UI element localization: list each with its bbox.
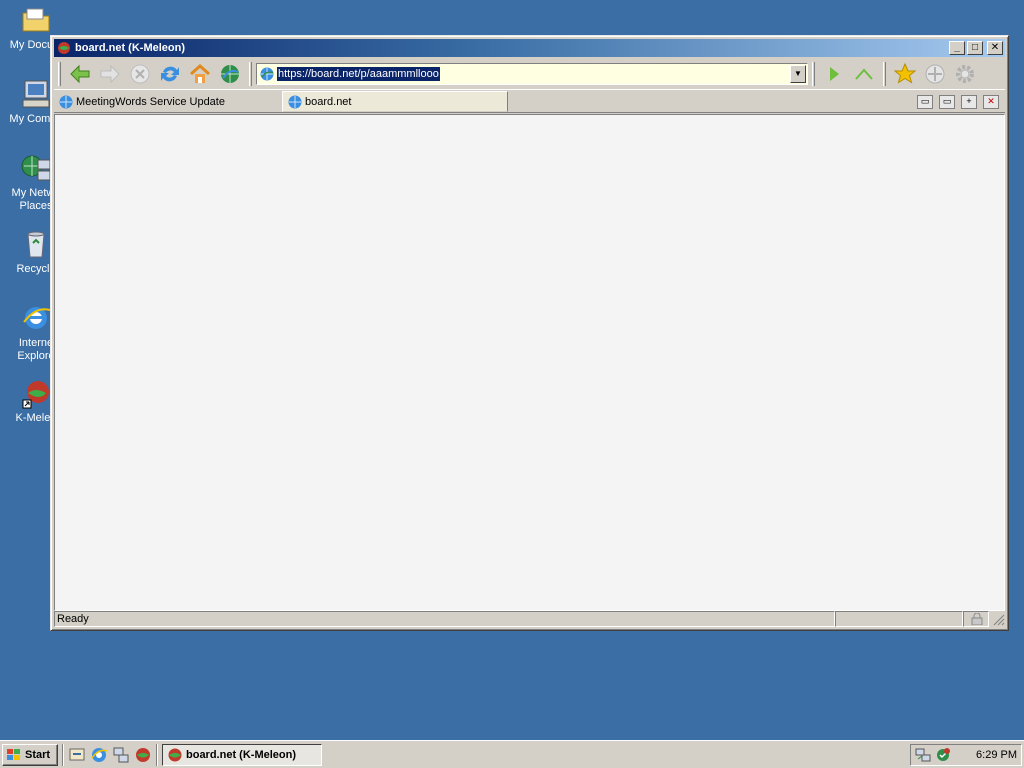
navigate-button[interactable] xyxy=(921,60,949,88)
tab-label: board.net xyxy=(305,95,352,108)
tab-meetingwords-service-update[interactable]: MeetingWords Service Update xyxy=(54,91,282,112)
recycle-bin-icon xyxy=(27,231,45,258)
computer-icon xyxy=(22,80,50,108)
page-globe-icon xyxy=(288,95,302,108)
status-progress-cell xyxy=(835,610,964,627)
window-layout-icon: ▭ xyxy=(920,96,930,106)
network-globe-icon xyxy=(21,155,51,181)
back-icon xyxy=(70,64,90,83)
system-tray: 6:29 PM xyxy=(910,743,1022,766)
taskbar: Start board.net (K-Meleon) 6:29 PM xyxy=(0,740,1024,768)
chevron-down-icon: ▼ xyxy=(794,69,802,78)
status-text: Ready xyxy=(57,612,89,625)
internet-explorer-icon[interactable] xyxy=(90,746,108,764)
forward-button[interactable] xyxy=(96,60,124,88)
settings-button[interactable] xyxy=(951,60,979,88)
internet-explorer-icon xyxy=(23,307,51,329)
page-content-area[interactable] xyxy=(54,114,1005,611)
tab-tool-button[interactable]: ▭ xyxy=(939,94,955,109)
browser-globe-button[interactable] xyxy=(216,60,244,88)
security-lock-cell[interactable] xyxy=(963,610,990,627)
window-title: board.net (K-Meleon) xyxy=(75,42,185,54)
url-input[interactable]: https://board.net/p/aaammmllooo xyxy=(277,66,440,81)
settings-gear-icon xyxy=(956,64,974,83)
k-meleon-icon xyxy=(168,748,182,761)
lock-icon xyxy=(971,612,983,625)
taskbar-button-k-meleon[interactable]: board.net (K-Meleon) xyxy=(162,743,322,766)
forward-icon xyxy=(100,64,120,83)
back-button[interactable] xyxy=(66,60,94,88)
toolbar-grip[interactable] xyxy=(812,61,815,86)
bookmarks-star-icon xyxy=(893,62,917,84)
folder-icon xyxy=(22,8,50,32)
toolbar-grip[interactable] xyxy=(249,61,252,86)
url-bar[interactable]: https://board.net/p/aaammmllooo ▼ xyxy=(256,62,808,85)
close-tab-button[interactable]: ✕ xyxy=(983,94,999,109)
maximize-button[interactable]: □ xyxy=(967,41,983,55)
home-button[interactable] xyxy=(186,60,214,88)
k-meleon-icon xyxy=(22,381,49,409)
tab-tool-button[interactable]: ▭ xyxy=(917,94,933,109)
start-label: Start xyxy=(25,748,51,761)
navigation-toolbar: https://board.net/p/aaammmllooo ▼ xyxy=(54,58,1005,90)
navigate-icon xyxy=(925,64,945,83)
title-bar[interactable]: board.net (K-Meleon) _ □ ✕ xyxy=(54,39,1005,57)
tab-bar: MeetingWords Service Update board.net ▭ … xyxy=(54,91,1005,113)
taskbar-separator xyxy=(156,743,158,766)
windows-logo-icon xyxy=(7,748,20,760)
k-meleon-icon xyxy=(58,42,70,54)
go-button[interactable] xyxy=(820,60,848,88)
show-desktop-icon[interactable] xyxy=(68,746,86,764)
toolbar-grip[interactable] xyxy=(58,61,61,86)
go-icon xyxy=(830,66,839,81)
minimize-button[interactable]: _ xyxy=(949,41,965,55)
reload-icon xyxy=(161,66,179,81)
up-icon xyxy=(855,67,873,80)
browser-window: board.net (K-Meleon) _ □ ✕ https://board… xyxy=(50,35,1009,631)
k-meleon-icon[interactable] xyxy=(134,746,152,764)
start-button[interactable]: Start xyxy=(2,743,58,766)
browser-globe-icon xyxy=(221,64,239,83)
resize-grip-icon[interactable] xyxy=(991,612,1005,626)
status-bar: Ready xyxy=(54,610,1005,627)
security-shield-icon[interactable] xyxy=(935,747,951,763)
network-icon[interactable] xyxy=(112,746,130,764)
reload-button[interactable] xyxy=(156,60,184,88)
tab-board-net[interactable]: board.net xyxy=(282,91,508,112)
taskbar-separator xyxy=(62,743,64,766)
close-button[interactable]: ✕ xyxy=(987,41,1003,55)
status-text-cell: Ready xyxy=(54,610,836,627)
stop-button[interactable] xyxy=(126,60,154,88)
close-icon: ✕ xyxy=(987,96,995,106)
new-tab-icon: + xyxy=(966,96,972,106)
quick-launch xyxy=(68,746,152,764)
url-dropdown-button[interactable]: ▼ xyxy=(790,64,806,83)
bookmarks-button[interactable] xyxy=(891,60,919,88)
taskbar-button-label: board.net (K-Meleon) xyxy=(186,748,296,761)
stop-icon xyxy=(130,64,150,83)
tab-tools: ▭ ▭ + ✕ xyxy=(917,94,999,109)
page-globe-icon xyxy=(260,67,274,80)
new-tab-button[interactable]: + xyxy=(961,94,977,109)
page-globe-icon xyxy=(59,95,73,108)
tab-label: MeetingWords Service Update xyxy=(76,95,225,108)
taskbar-clock[interactable]: 6:29 PM xyxy=(976,749,1017,761)
network-connection-icon[interactable] xyxy=(915,747,931,763)
toolbar-grip[interactable] xyxy=(883,61,886,86)
window-layout-icon: ▭ xyxy=(942,96,952,106)
up-button[interactable] xyxy=(850,60,878,88)
home-icon xyxy=(190,63,210,83)
